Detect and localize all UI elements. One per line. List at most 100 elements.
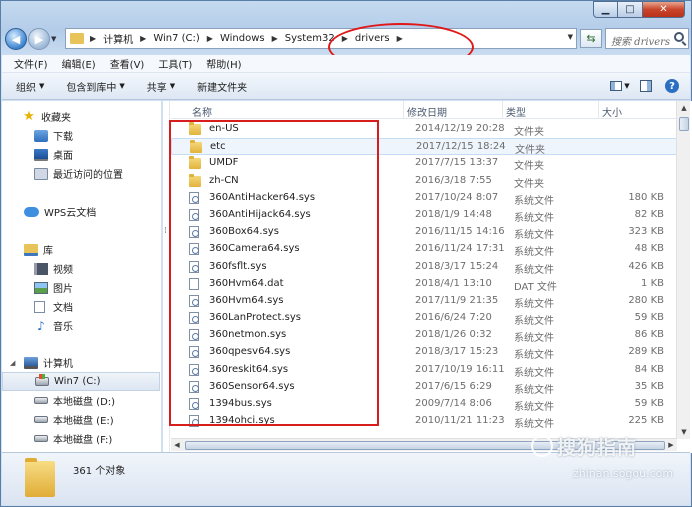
table-row[interactable]: 360Box64.sys 2016/11/15 14:16 系统文件 323 KB [171,224,678,241]
sidebar-item-recent[interactable]: 最近访问的位置 [2,164,162,183]
breadcrumb-computer[interactable]: 计算机 [103,31,133,46]
file-date: 2017/12/15 18:24 [416,141,506,153]
sidebar-item-disk-d[interactable]: 本地磁盘 (D:) [2,391,162,410]
chevron-right-icon[interactable]: ▶ [140,34,146,43]
column-size[interactable]: 大小 [602,104,622,119]
file-size: 1 KB [641,277,664,289]
table-row[interactable]: 360Hvm64.sys 2017/11/9 21:35 系统文件 280 KB [171,293,678,310]
caption-buttons: ▁ □ ✕ [593,1,685,18]
search-input[interactable]: 搜索 drivers [605,28,689,49]
column-divider[interactable] [403,101,404,119]
table-row[interactable]: 360fsflt.sys 2018/3/17 15:24 系统文件 426 KB [171,259,678,276]
menu-help[interactable]: 帮助(H) [206,56,241,71]
menu-tools[interactable]: 工具(T) [158,56,192,71]
preview-pane-button[interactable] [636,77,656,95]
vertical-scrollbar[interactable]: ▲ ▼ [676,101,690,439]
scroll-left-icon[interactable]: ◀ [171,439,183,452]
chevron-right-icon[interactable]: ▶ [342,34,348,43]
new-folder-button[interactable]: 新建文件夹 [197,79,247,94]
table-row[interactable]: 360Sensor64.sys 2017/6/15 6:29 系统文件 35 KB [171,379,678,396]
navigation-bar: ◀ ▶ ▼ ▶ 计算机 ▶ Win7 (C:) ▶ Windows ▶ Syst… [5,26,689,52]
sidebar-item-disk-f[interactable]: 本地磁盘 (F:) [2,429,162,448]
table-row[interactable]: 360AntiHijack64.sys 2018/1/9 14:48 系统文件 82 … [171,207,678,224]
collapse-icon[interactable]: ◢ [10,359,15,367]
column-header: 名称 修改日期 类型 大小 [171,101,678,119]
scroll-up-icon[interactable]: ▲ [678,101,690,115]
table-row[interactable]: 360netmon.sys 2018/1/26 0:32 系统文件 86 KB [171,327,678,344]
scroll-thumb[interactable] [185,441,665,450]
breadcrumb-win7[interactable]: Win7 (C:) [153,33,199,44]
column-date[interactable]: 修改日期 [407,104,447,119]
file-date: 2016/6/24 7:20 [415,312,492,324]
table-row[interactable]: en-US 2014/12/19 20:28 文件夹 [171,121,678,138]
sidebar-item-wps[interactable]: WPS云文档 [2,202,162,221]
table-row[interactable]: 360qpesv64.sys 2018/3/17 15:23 系统文件 289 KB [171,344,678,361]
address-bar[interactable]: ▶ 计算机 ▶ Win7 (C:) ▶ Windows ▶ System32 ▶… [65,28,577,49]
table-row[interactable]: 360LanProtect.sys 2016/6/24 7:20 系统文件 59 KB [171,310,678,327]
recent-pages-dropdown[interactable]: ▼ [51,35,61,43]
include-in-library-button[interactable]: 包含到库中 ▼ [66,79,124,94]
address-history-dropdown[interactable]: ▼ [568,33,573,41]
share-button[interactable]: 共享 ▼ [147,79,175,94]
column-divider[interactable] [598,101,599,119]
breadcrumb-drivers[interactable]: drivers [355,33,390,44]
change-view-button[interactable]: ▼ [610,77,630,95]
refresh-button[interactable]: ⇆ [580,29,602,48]
sidebar-item-disk-e[interactable]: 本地磁盘 (E:) [2,410,162,429]
file-type: 系统文件 [514,419,554,431]
table-row[interactable]: etc 2017/12/15 18:24 文件夹 [171,138,678,156]
table-row[interactable]: 360AntiHacker64.sys 2017/10/24 8:07 系统文件 18… [171,190,678,207]
table-row[interactable]: 360Hvm64.dat 2018/4/1 13:10 DAT 文件 1 KB [171,276,678,293]
system-file-icon [189,363,199,376]
table-row[interactable]: zh-CN 2016/3/18 7:55 文件夹 [171,173,678,190]
sidebar-item-music[interactable]: ♪ 音乐 [2,316,162,335]
table-row[interactable]: 1394bus.sys 2009/7/14 8:06 系统文件 59 KB [171,396,678,413]
table-row[interactable]: UMDF 2017/7/15 13:37 文件夹 [171,155,678,172]
menu-view[interactable]: 查看(V) [110,56,145,71]
chevron-right-icon[interactable]: ▶ [90,34,96,43]
breadcrumb-system32[interactable]: System32 [285,33,335,44]
chevron-right-icon[interactable]: ▶ [207,34,213,43]
menu-edit[interactable]: 编辑(E) [62,56,96,71]
column-divider[interactable] [502,101,503,119]
file-name: 360AntiHijack64.sys [209,208,311,220]
table-row[interactable]: 1394ohci.sys 2010/11/21 11:23 系统文件 225 KB [171,413,678,430]
maximize-button[interactable]: □ [618,1,643,18]
scroll-down-icon[interactable]: ▼ [678,425,690,439]
sidebar-item-win7[interactable]: Win7 (C:) [2,372,160,391]
file-date: 2017/11/9 21:35 [415,294,499,306]
file-name: 360netmon.sys [209,329,287,341]
sidebar-item-desktop[interactable]: 桌面 [2,145,162,164]
table-row[interactable]: 360reskit64.sys 2017/10/19 16:11 系统文件 84 KB [171,362,678,379]
file-name: 360LanProtect.sys [209,312,301,324]
file-name: 360Camera64.sys [209,243,300,255]
forward-button[interactable]: ▶ [28,28,50,50]
sidebar-item-libraries[interactable]: 库 [2,240,162,259]
file-name: en-US [209,123,239,134]
column-type[interactable]: 类型 [506,104,526,119]
scroll-right-icon[interactable]: ▶ [665,439,677,452]
system-file-icon [189,243,199,256]
breadcrumb-windows[interactable]: Windows [220,33,265,44]
scroll-thumb[interactable] [679,117,689,131]
chevron-right-icon[interactable]: ▶ [397,34,403,43]
sidebar-item-computer[interactable]: ◢ 计算机 [2,353,162,372]
sidebar-item-downloads[interactable]: 下载 [2,126,162,145]
sidebar-item-favorites[interactable]: ★ 收藏夹 [2,107,162,126]
horizontal-scrollbar[interactable]: ◀ ▶ [171,438,677,451]
table-row[interactable]: 360Camera64.sys 2016/11/24 17:31 系统文件 48 KB [171,241,678,258]
sidebar-item-documents[interactable]: 文档 [2,297,162,316]
column-name[interactable]: 名称 [192,104,212,119]
file-date: 2017/10/24 8:07 [415,191,499,203]
minimize-button[interactable]: ▁ [593,1,618,18]
sidebar-item-pictures[interactable]: 图片 [2,278,162,297]
pane-splitter[interactable] [163,101,170,453]
back-button[interactable]: ◀ [5,28,27,50]
chevron-right-icon[interactable]: ▶ [272,34,278,43]
menu-file[interactable]: 文件(F) [14,56,48,71]
help-button[interactable]: ? [662,77,682,95]
sidebar-item-videos[interactable]: 视频 [2,259,162,278]
organize-button[interactable]: 组织 ▼ [16,79,44,94]
close-button[interactable]: ✕ [643,1,685,18]
chevron-down-icon: ▼ [39,82,45,90]
